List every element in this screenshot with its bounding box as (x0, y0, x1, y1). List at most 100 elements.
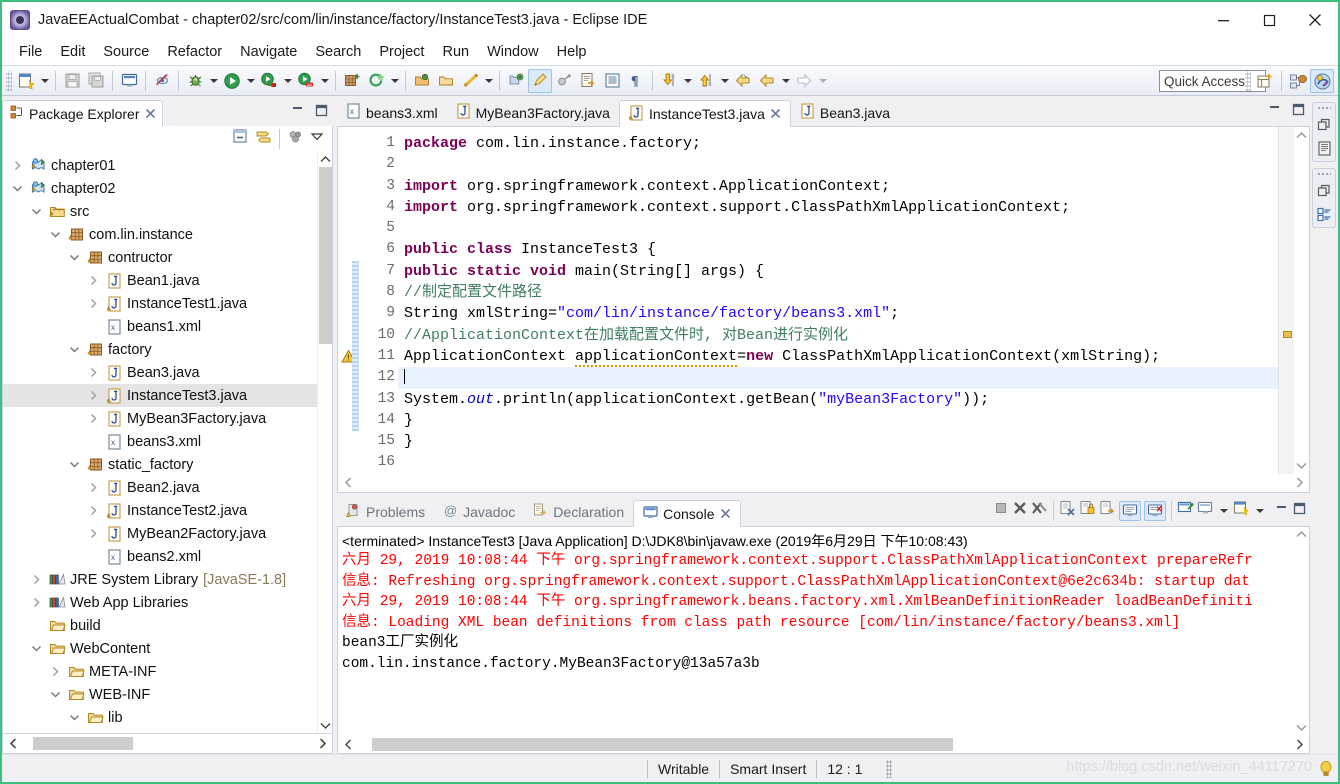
coverage-icon[interactable] (294, 69, 318, 93)
console-horizontal-scrollbar[interactable] (337, 735, 1310, 754)
last-edit-location-icon[interactable] (504, 69, 528, 93)
tree-item[interactable]: Web App Libraries (3, 591, 317, 614)
editor-vertical-scrollbar[interactable] (1294, 127, 1309, 474)
menu-search[interactable]: Search (306, 42, 370, 62)
editor-hscroll-track[interactable] (356, 476, 1291, 489)
scroll-up-icon[interactable] (1296, 127, 1307, 143)
editor-tab[interactable]: x beans3.xml (337, 99, 447, 126)
open-type-icon[interactable] (410, 69, 434, 93)
java-perspective-icon[interactable] (1310, 69, 1334, 93)
forward-icon[interactable] (792, 69, 816, 93)
tree-item[interactable]: lib (3, 706, 317, 729)
editor-tab[interactable]: Bean3.java (791, 99, 899, 126)
show-formatting-marks-icon[interactable]: ¶ (624, 69, 648, 93)
tree-item[interactable]: x beans1.xml (3, 315, 317, 338)
editor-scroll-track[interactable] (1295, 143, 1308, 458)
chevron-down-icon[interactable] (47, 230, 64, 239)
tree-item[interactable]: ! src (3, 200, 317, 223)
scroll-up-icon[interactable] (319, 151, 331, 167)
new-annotation-icon[interactable] (364, 69, 388, 93)
previous-annotation-dropdown-icon[interactable] (718, 69, 731, 93)
minimize-view-icon[interactable] (1274, 502, 1289, 520)
chevron-right-icon[interactable] (85, 275, 102, 286)
new-wizard-icon[interactable] (14, 69, 38, 93)
tree-item[interactable]: JRE System Library [JavaSE-1.8] (3, 568, 317, 591)
tip-bulb-icon[interactable] (1318, 760, 1334, 781)
menu-window[interactable]: Window (478, 42, 548, 62)
menu-project[interactable]: Project (370, 42, 433, 62)
console-panel-tab[interactable]: Declaration (524, 499, 633, 526)
menu-run[interactable]: Run (433, 42, 478, 62)
explorer-hscroll-track[interactable] (21, 737, 314, 750)
editor-horizontal-scrollbar[interactable] (337, 473, 1310, 493)
chevron-down-icon[interactable] (47, 690, 64, 699)
code-line[interactable] (398, 218, 1278, 239)
editor-marker-ruler[interactable]: ! (338, 127, 360, 474)
scroll-up-icon[interactable] (1296, 527, 1307, 543)
new-wizard-dropdown-icon[interactable] (38, 69, 51, 93)
scroll-lock-icon[interactable] (1079, 500, 1096, 521)
show-console-on-error-icon[interactable] (1144, 500, 1166, 521)
chevron-down-icon[interactable] (66, 460, 83, 469)
explorer-scroll-thumb[interactable] (318, 167, 332, 344)
chevron-down-icon[interactable] (9, 184, 26, 193)
console-panel-tab[interactable]: Console (633, 499, 741, 527)
editor-overview-ruler[interactable] (1278, 127, 1294, 474)
maximize-view-icon[interactable] (1292, 502, 1307, 520)
save-icon[interactable] (60, 69, 84, 93)
run-icon[interactable] (220, 69, 244, 93)
console-output[interactable]: <terminated> InstanceTest3 [Java Applica… (338, 527, 1294, 735)
debug-dropdown-icon[interactable] (207, 69, 220, 93)
print-icon[interactable] (117, 69, 141, 93)
tree-item[interactable]: WEB-INF (3, 683, 317, 706)
explorer-hscroll-thumb[interactable] (33, 737, 133, 750)
debug-icon[interactable] (183, 69, 207, 93)
menu-source[interactable]: Source (94, 42, 158, 62)
explorer-vertical-scrollbar[interactable] (317, 151, 332, 733)
view-menu-icon[interactable] (310, 129, 324, 148)
open-console-icon[interactable] (1233, 500, 1250, 521)
code-line[interactable]: import org.springframework.context.Appli… (398, 176, 1278, 197)
explorer-scroll-track[interactable] (318, 167, 332, 717)
code-line[interactable]: public static void main(String[] args) { (398, 261, 1278, 282)
open-task-icon[interactable] (434, 69, 458, 93)
close-icon[interactable] (770, 106, 781, 122)
outline-toggle-icon[interactable] (600, 69, 624, 93)
chevron-right-icon[interactable] (85, 413, 102, 424)
scroll-left-icon[interactable] (340, 477, 356, 488)
clear-console-icon[interactable] (1059, 500, 1076, 521)
code-line[interactable]: String xmlString="com/lin/instance/facto… (398, 303, 1278, 324)
minimize-icon[interactable] (1200, 2, 1246, 38)
java-ee-perspective-icon[interactable] (1286, 69, 1310, 93)
scroll-down-icon[interactable] (1296, 458, 1307, 474)
forward-back-icon[interactable] (755, 69, 779, 93)
display-selected-console-icon[interactable] (1197, 500, 1214, 521)
minibar-grip[interactable] (1317, 106, 1331, 111)
link-with-editor-icon[interactable] (255, 128, 272, 150)
code-line[interactable]: } (398, 410, 1278, 431)
chevron-down-icon[interactable] (28, 207, 45, 216)
back-dropdown-icon[interactable] (779, 69, 792, 93)
tree-item[interactable]: MyBean3Factory.java (3, 407, 317, 430)
tree-item[interactable]: Bean2.java (3, 476, 317, 499)
chevron-down-icon[interactable] (66, 253, 83, 262)
new-annotation-dropdown-icon[interactable] (388, 69, 401, 93)
editor-area-icon[interactable] (1315, 139, 1333, 157)
tree-item[interactable]: ! contructor (3, 246, 317, 269)
scroll-right-icon[interactable] (1291, 477, 1307, 488)
open-perspective-icon[interactable] (1253, 69, 1277, 93)
word-wrap-icon[interactable] (1099, 500, 1116, 521)
chevron-down-icon[interactable] (28, 644, 45, 653)
toolbar-grip[interactable] (6, 70, 12, 91)
chevron-down-icon[interactable] (66, 713, 83, 722)
code-line[interactable] (398, 452, 1278, 473)
next-annotation-icon[interactable] (657, 69, 681, 93)
maximize-icon[interactable] (1246, 2, 1292, 38)
code-line[interactable]: } (398, 431, 1278, 452)
tree-item[interactable]: ! InstanceTest3.java (3, 384, 317, 407)
tree-item[interactable]: ! chapter02 (3, 177, 317, 200)
code-line[interactable]: package com.lin.instance.factory; (398, 133, 1278, 154)
code-line[interactable]: public class InstanceTest3 { (398, 239, 1278, 260)
scroll-left-icon[interactable] (5, 738, 21, 749)
console-vertical-scrollbar[interactable] (1294, 526, 1309, 735)
